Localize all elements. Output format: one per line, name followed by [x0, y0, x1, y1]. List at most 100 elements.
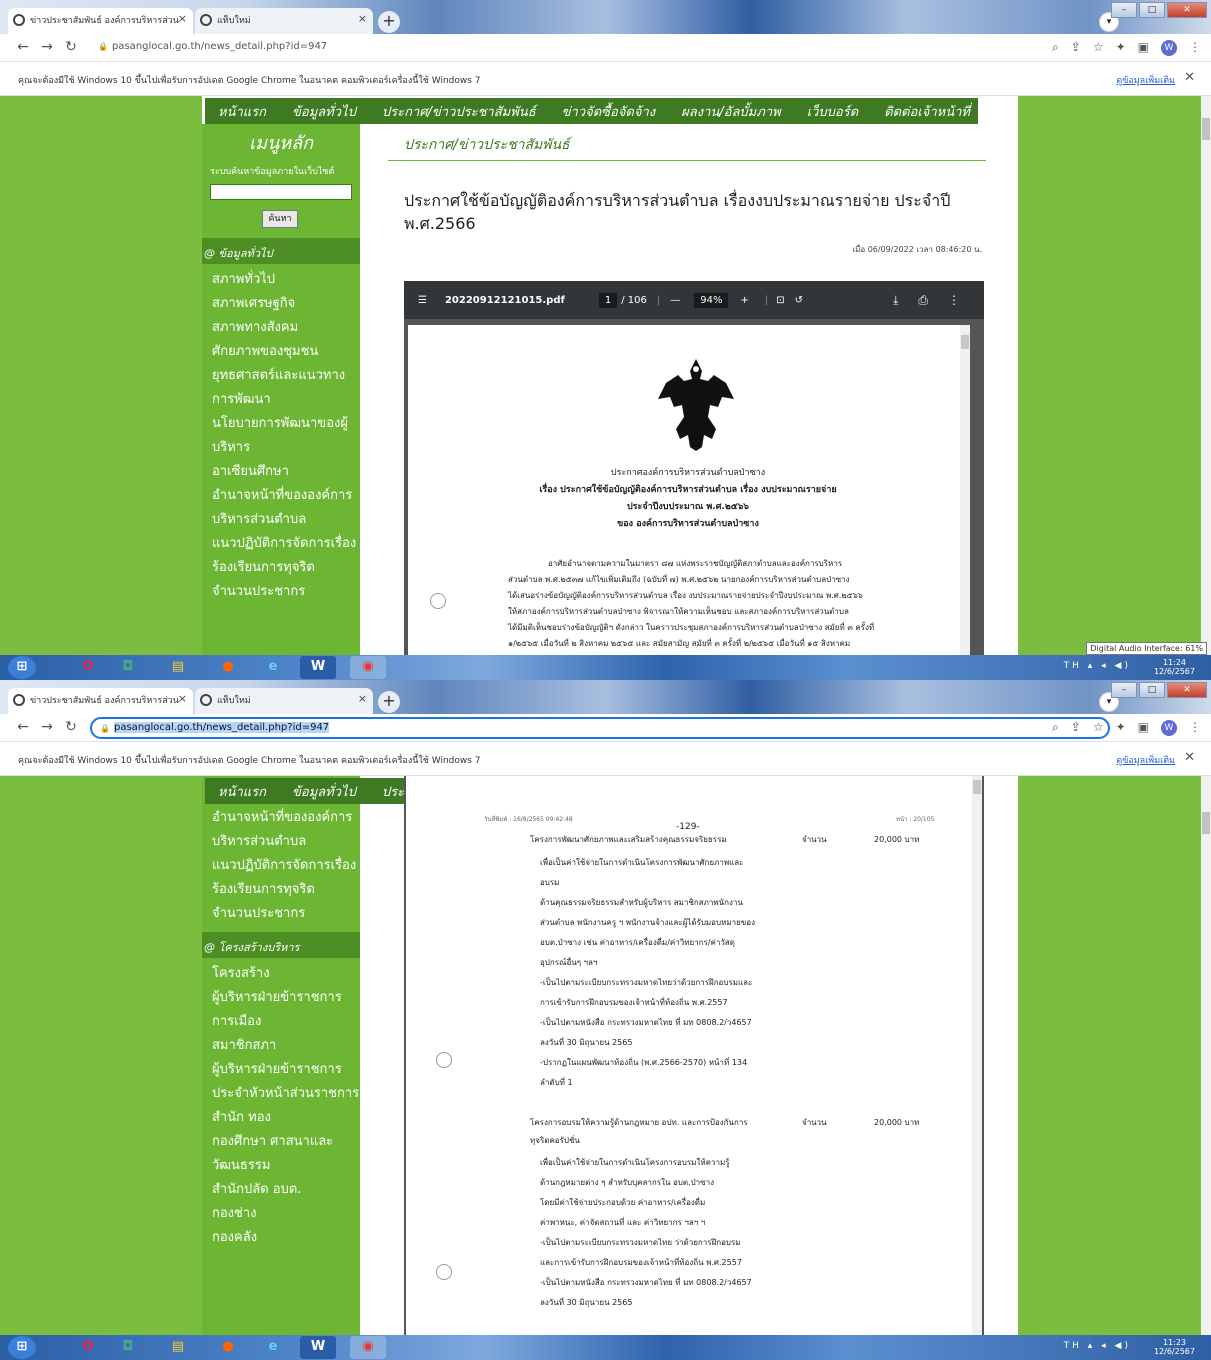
- word-icon[interactable]: W: [300, 656, 336, 679]
- bookmark-star-icon[interactable]: ☆: [1093, 40, 1104, 56]
- sidebar-item[interactable]: ศักยภาพของชุมชน: [202, 340, 360, 364]
- sidebar-item[interactable]: สภาพทั่วไป: [202, 268, 360, 292]
- nav-home[interactable]: หน้าแรก: [205, 101, 279, 122]
- sidebar-item[interactable]: กองช่าง: [202, 1202, 360, 1226]
- tab-news[interactable]: ข่าวประชาสัมพันธ์ องค์การบริหารส่วน ×: [8, 688, 193, 714]
- sidebar-item[interactable]: จำนวนประชากร: [202, 902, 360, 926]
- language-indicator[interactable]: TH: [1064, 1341, 1082, 1351]
- tab-new[interactable]: แท็บใหม่ ×: [195, 688, 373, 714]
- language-indicator[interactable]: TH: [1064, 661, 1082, 671]
- nav-home[interactable]: หน้าแรก: [205, 781, 279, 802]
- pdf-scrollbar[interactable]: [972, 776, 982, 1335]
- zoom-icon[interactable]: ⌕: [1052, 720, 1059, 736]
- tab-close-icon[interactable]: ×: [178, 12, 187, 25]
- rotate-icon[interactable]: ↺: [795, 295, 803, 306]
- sidebar-item[interactable]: ผู้บริหารฝ่ายข้าราชการ: [202, 986, 360, 1010]
- sidebar-item[interactable]: วัฒนธรรม: [202, 1154, 360, 1178]
- info-bar-close-icon[interactable]: ✕: [1184, 70, 1195, 85]
- site-search-input[interactable]: [210, 184, 352, 200]
- sidebar-item[interactable]: อำนาจหน้าที่ขององค์การ: [202, 806, 360, 830]
- sidebar-item[interactable]: ร้องเรียนการทุจริต: [202, 878, 360, 902]
- tab-close-icon[interactable]: ×: [178, 692, 187, 705]
- clock[interactable]: 11:24 12/6/2567: [1154, 658, 1195, 676]
- sidebar-item[interactable]: นโยบายการพัฒนาของผู้: [202, 412, 360, 436]
- sidebar-item[interactable]: บริหารส่วนตำบล: [202, 830, 360, 854]
- pdf-menu-icon[interactable]: ☰: [418, 295, 427, 306]
- sidebar-item[interactable]: อำนาจหน้าที่ขององค์การ: [202, 484, 360, 508]
- learn-more-link[interactable]: ดูข้อมูลเพิ่มเติม: [1116, 753, 1175, 767]
- sidebar-item[interactable]: ร้องเรียนการทุจริต: [202, 556, 360, 580]
- share-icon[interactable]: ⇪: [1071, 720, 1081, 736]
- sidebar-item[interactable]: สำนัก ทอง: [202, 1106, 360, 1130]
- pdf-zoom-value[interactable]: 94%: [694, 292, 729, 308]
- app-icon[interactable]: ◘: [110, 1336, 146, 1359]
- profile-avatar[interactable]: W: [1161, 720, 1177, 736]
- chrome-taskbar-icon[interactable]: ◉: [350, 1336, 386, 1359]
- zoom-icon[interactable]: ⌕: [1052, 40, 1059, 56]
- opera-icon[interactable]: O: [70, 1336, 106, 1359]
- tab-news[interactable]: ข่าวประชาสัมพันธ์ องค์การบริหารส่วน ×: [8, 8, 193, 34]
- forward-icon[interactable]: →: [38, 719, 56, 735]
- nav-procurement[interactable]: ข่าวจัดซื้อจัดจ้าง: [549, 101, 669, 122]
- sidebar-item[interactable]: การพัฒนา: [202, 388, 360, 412]
- zoom-in-icon[interactable]: +: [740, 295, 748, 306]
- nav-gallery[interactable]: ผลงาน/อัลบั้มภาพ: [668, 101, 794, 122]
- start-button[interactable]: ⊞: [8, 1336, 36, 1359]
- breadcrumb[interactable]: ประกาศ/ข่าวประชาสัมพันธ์: [388, 134, 986, 161]
- sidebar-item[interactable]: กองคลัง: [202, 1226, 360, 1250]
- back-icon[interactable]: ←: [14, 719, 32, 735]
- firefox-icon[interactable]: ●: [210, 1336, 246, 1359]
- share-icon[interactable]: ⇪: [1071, 40, 1081, 56]
- tab-new[interactable]: แท็บใหม่ ×: [195, 8, 373, 34]
- sidebar-item[interactable]: อาเซียนศึกษา: [202, 460, 360, 484]
- nav-news[interactable]: ประกาศ/ข่าวประชาสัมพันธ์: [369, 101, 549, 122]
- print-icon[interactable]: ⎙: [918, 293, 928, 308]
- address-bar[interactable]: 🔒 pasanglocal.go.th/news_detail.php?id=9…: [90, 717, 1110, 739]
- ie-icon[interactable]: e: [255, 656, 291, 679]
- app-icon[interactable]: ◘: [110, 656, 146, 679]
- sidebar-item[interactable]: สมาชิกสภา: [202, 1034, 360, 1058]
- chrome-taskbar-icon[interactable]: ◉: [350, 656, 386, 679]
- more-icon[interactable]: ⋮: [948, 293, 960, 307]
- profile-avatar[interactable]: W: [1161, 40, 1177, 56]
- search-button[interactable]: ค้นหา: [262, 210, 298, 228]
- sidebar-item[interactable]: ยุทธศาสตร์และแนวทาง: [202, 364, 360, 388]
- fit-page-icon[interactable]: ⊡: [776, 295, 784, 306]
- maximize-button[interactable]: □: [1139, 682, 1165, 698]
- nav-webboard[interactable]: เว็บบอร์ด: [794, 101, 871, 122]
- maximize-button[interactable]: □: [1139, 2, 1165, 18]
- nav-contact[interactable]: ติดต่อเจ้าหน้าที่: [871, 101, 978, 122]
- sidebar-item[interactable]: สำนักปลัด อบต.: [202, 1178, 360, 1202]
- zoom-out-icon[interactable]: —: [670, 295, 680, 306]
- reload-icon[interactable]: ↻: [62, 719, 80, 735]
- folder-icon[interactable]: ▤: [160, 1336, 196, 1359]
- page-scrollbar[interactable]: [1201, 96, 1211, 655]
- extensions-icon[interactable]: ✦: [1116, 40, 1126, 56]
- sidebar-item[interactable]: สภาพทางสังคม: [202, 316, 360, 340]
- new-tab-button[interactable]: +: [378, 691, 400, 713]
- nav-general[interactable]: ข้อมูลทั่วไป: [279, 781, 369, 802]
- sidebar-item[interactable]: บริหาร: [202, 436, 360, 460]
- minimize-button[interactable]: –: [1111, 682, 1137, 698]
- back-icon[interactable]: ←: [14, 39, 32, 55]
- minimize-button[interactable]: –: [1111, 2, 1137, 18]
- close-window-button[interactable]: ✕: [1167, 682, 1207, 698]
- forward-icon[interactable]: →: [38, 39, 56, 55]
- info-bar-close-icon[interactable]: ✕: [1184, 750, 1195, 765]
- menu-icon[interactable]: ⋮: [1189, 40, 1201, 56]
- bookmark-star-icon[interactable]: ☆: [1093, 720, 1104, 736]
- ie-icon[interactable]: e: [255, 1336, 291, 1359]
- start-button[interactable]: ⊞: [8, 656, 36, 679]
- learn-more-link[interactable]: ดูข้อมูลเพิ่มเติม: [1116, 73, 1175, 87]
- sidepanel-icon[interactable]: ▣: [1138, 40, 1149, 56]
- sidebar-item[interactable]: แนวปฏิบัติการจัดการเรื่อง: [202, 532, 360, 556]
- clock[interactable]: 11:23 12/6/2567: [1154, 1338, 1195, 1356]
- close-window-button[interactable]: ✕: [1167, 2, 1207, 18]
- sidebar-item[interactable]: ประจำหัวหน้าส่วนราชการ: [202, 1082, 360, 1106]
- sidebar-item[interactable]: แนวปฏิบัติการจัดการเรื่อง: [202, 854, 360, 878]
- page-scrollbar[interactable]: [1201, 776, 1211, 1335]
- sidebar-item[interactable]: จำนวนประชากร: [202, 580, 360, 604]
- address-bar[interactable]: 🔒 pasanglocal.go.th/news_detail.php?id=9…: [90, 37, 1110, 59]
- sidebar-item[interactable]: สภาพเศรษฐกิจ: [202, 292, 360, 316]
- download-icon[interactable]: ⤓: [893, 293, 898, 308]
